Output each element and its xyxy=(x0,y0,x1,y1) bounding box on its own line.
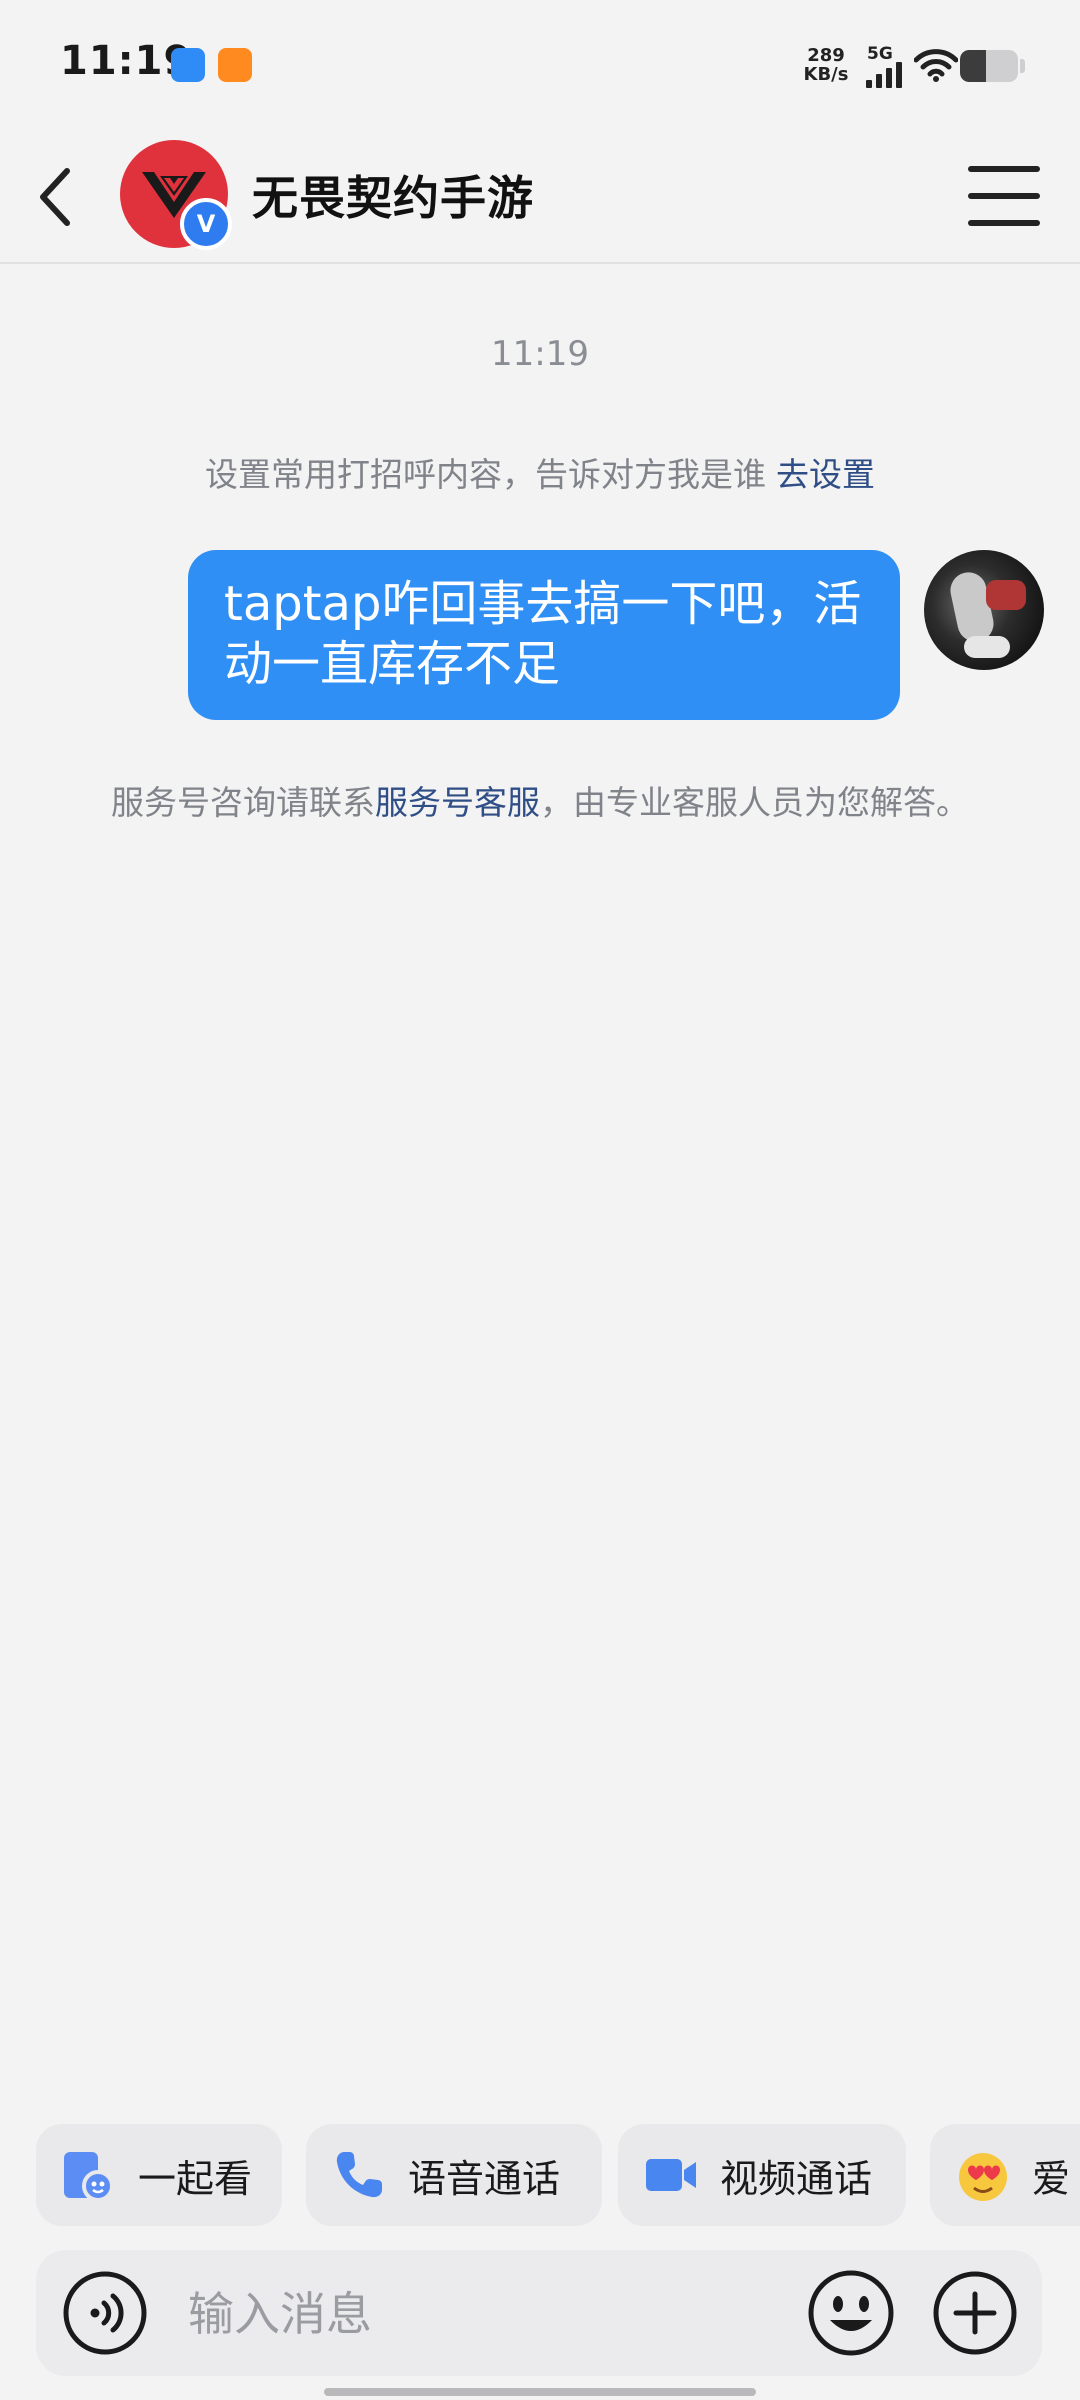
chevron-left-icon xyxy=(40,168,70,226)
voice-call-button[interactable]: 语音通话 xyxy=(306,2124,602,2226)
service-tip-prefix: 服务号咨询请联系 xyxy=(111,783,375,822)
voice-input-button[interactable] xyxy=(62,2270,148,2356)
message-input[interactable] xyxy=(186,2276,790,2352)
plus-icon xyxy=(933,2271,1017,2355)
hamburger-menu-icon xyxy=(968,166,1040,172)
sent-message-bubble[interactable]: taptap咋回事去搞一下吧，活动一直库存不足 xyxy=(188,550,900,720)
heart-eyes-emoji-icon xyxy=(954,2146,1012,2204)
voice-wave-icon xyxy=(63,2271,147,2355)
chat-title[interactable]: 无畏契约手游 xyxy=(252,162,534,228)
emoji-button[interactable] xyxy=(806,2268,896,2358)
menu-bar-bottom xyxy=(968,220,1040,226)
service-support-link[interactable]: 服务号客服 xyxy=(375,783,540,822)
service-tip-suffix: ，由专业客服人员为您解答。 xyxy=(540,783,969,822)
status-bar: 11:19 289 KB/s 5G xyxy=(0,0,1080,132)
home-indicator[interactable] xyxy=(324,2388,756,2396)
message-timestamp: 11:19 xyxy=(491,334,589,374)
go-settings-link[interactable]: 去设置 xyxy=(776,455,875,494)
chat-header: V 无畏契约手游 xyxy=(0,132,1080,264)
greeting-tip-text: 设置常用打招呼内容，告诉对方我是谁 xyxy=(205,455,766,494)
watch-together-icon xyxy=(60,2146,118,2204)
cellular-signal-icon xyxy=(866,62,902,88)
video-camera-icon xyxy=(642,2146,700,2204)
battery-level xyxy=(960,50,987,82)
message-input-bar xyxy=(36,2250,1042,2376)
taobao-flash-icon xyxy=(218,48,252,82)
verified-badge: V xyxy=(180,198,232,250)
net-speed: 289 KB/s xyxy=(796,46,856,84)
menu-bar-mid xyxy=(968,193,1040,199)
more-actions-button[interactable] xyxy=(932,2270,1018,2356)
battery-cap xyxy=(1020,59,1025,73)
my-avatar[interactable] xyxy=(924,550,1044,670)
greeting-tip: 设置常用打招呼内容，告诉对方我是谁 去设置 xyxy=(0,448,1080,496)
voice-call-label: 语音通话 xyxy=(408,2156,561,2201)
watch-together-label: 一起看 xyxy=(138,2156,253,2201)
video-call-button[interactable]: 视频通话 xyxy=(618,2124,906,2226)
service-tip: 服务号咨询请联系服务号客服，由专业客服人员为您解答。 xyxy=(96,776,984,830)
menu-button[interactable] xyxy=(968,166,1040,226)
avatar-detail xyxy=(986,580,1026,610)
watch-together-button[interactable]: 一起看 xyxy=(36,2124,282,2226)
net-speed-value: 289 xyxy=(807,45,845,66)
avatar-detail-2 xyxy=(964,636,1010,658)
love-label: 爱 xyxy=(1032,2156,1071,2201)
video-call-label: 视频通话 xyxy=(720,2156,873,2201)
smiley-icon xyxy=(808,2270,894,2356)
battery-icon xyxy=(960,50,1018,82)
net-speed-unit: KB/s xyxy=(803,64,849,85)
love-button[interactable]: 爱 xyxy=(930,2124,1080,2226)
wifi-icon xyxy=(914,49,958,82)
phone-icon xyxy=(330,2146,388,2204)
quick-actions-bar: 一起看 语音通话 视频通话 爱 xyxy=(36,2124,1080,2226)
blue-app-icon xyxy=(171,48,205,82)
back-button[interactable] xyxy=(20,157,90,237)
network-type: 5G xyxy=(867,44,893,64)
